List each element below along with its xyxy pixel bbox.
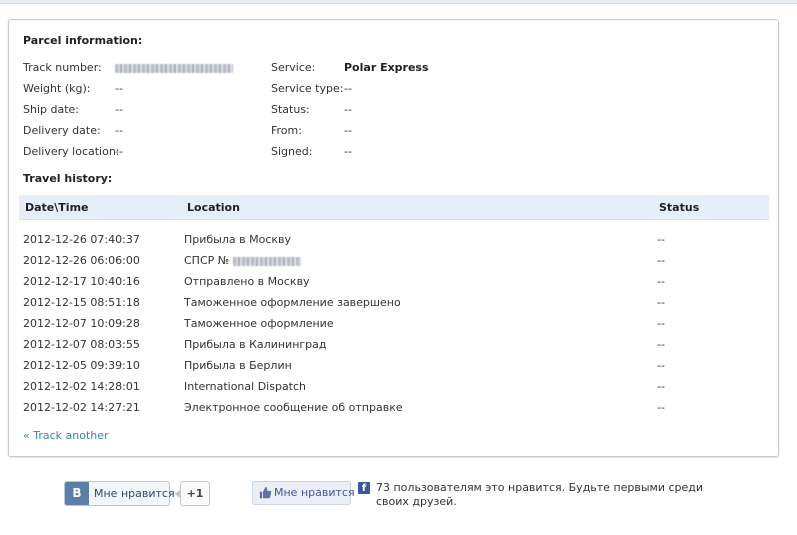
service-type-label: Service type:: [271, 82, 344, 95]
delivery-date-label: Delivery date:: [23, 124, 101, 137]
service-type-row: Service type: --: [271, 81, 511, 97]
from-row: From: --: [271, 123, 511, 139]
table-row: 2012-12-02 14:28:01 International Dispat…: [19, 376, 769, 397]
track-number-value: [115, 60, 233, 76]
row-status: --: [657, 338, 665, 351]
vk-icon: B: [65, 482, 89, 505]
row-datetime: 2012-12-07 10:09:28: [23, 317, 140, 330]
row-datetime: 2012-12-02 14:27:21: [23, 401, 140, 414]
facebook-like-count-text: 73 пользователям это нравится. Будьте пе…: [376, 481, 704, 508]
vk-like-label: Мне нравится: [94, 487, 175, 500]
row-datetime: 2012-12-26 06:06:00: [23, 254, 140, 267]
vk-like-button[interactable]: B Мне нравится: [64, 481, 175, 506]
row-location: СПСР №: [184, 250, 301, 271]
status-value: --: [344, 103, 352, 116]
facebook-icon: f: [358, 482, 370, 494]
track-another-link[interactable]: « Track another: [23, 429, 109, 442]
table-row: 2012-12-26 06:06:00 СПСР № --: [19, 250, 769, 271]
weight-label: Weight (kg):: [23, 82, 91, 95]
row-status: --: [657, 401, 665, 414]
row-location: Прибыла в Берлин: [184, 359, 292, 372]
delivery-date-value: --: [115, 124, 123, 137]
weight-row: Weight (kg): --: [23, 81, 263, 97]
table-row: 2012-12-07 08:03:55 Прибыла в Калинингра…: [19, 334, 769, 355]
track-number-row: Track number:: [23, 60, 263, 76]
delivery-location-row: Delivery location: --: [23, 144, 263, 160]
thumbs-up-icon: [259, 486, 273, 500]
signed-label: Signed:: [271, 145, 313, 158]
redacted-track-number: [115, 63, 233, 73]
table-row: 2012-12-15 08:51:18 Таможенное оформлени…: [19, 292, 769, 313]
status-label: Status:: [271, 103, 310, 116]
service-value: Polar Express: [344, 61, 429, 74]
service-row: Service: Polar Express: [271, 60, 511, 76]
track-number-label: Track number:: [23, 61, 102, 74]
weight-value: --: [115, 82, 123, 95]
row-status: --: [657, 380, 665, 393]
row-location: Прибыла в Калининград: [184, 338, 327, 351]
google-plus-one-button[interactable]: +1: [175, 481, 210, 506]
table-row: 2012-12-05 09:39:10 Прибыла в Берлин --: [19, 355, 769, 376]
row-location: Таможенное оформление завершено: [184, 296, 401, 309]
signed-value: --: [344, 145, 352, 158]
row-datetime: 2012-12-07 08:03:55: [23, 338, 140, 351]
row-status: --: [657, 275, 665, 288]
row-status: --: [657, 233, 665, 246]
row-status: --: [657, 359, 665, 372]
table-row: 2012-12-26 07:40:37 Прибыла в Москву --: [19, 229, 769, 250]
row-location: Прибыла в Москву: [184, 233, 292, 246]
column-location: Location: [187, 201, 240, 214]
row-datetime: 2012-12-26 07:40:37: [23, 233, 140, 246]
travel-history-title: Travel history:: [23, 172, 113, 185]
table-row: 2012-12-02 14:27:21 Электронное сообщени…: [19, 397, 769, 418]
column-datetime: Date\Time: [25, 201, 89, 214]
row-datetime: 2012-12-17 10:40:16: [23, 275, 140, 288]
from-label: From:: [271, 124, 302, 137]
row-datetime: 2012-12-15 08:51:18: [23, 296, 140, 309]
table-row: 2012-12-07 10:09:28 Таможенное оформлени…: [19, 313, 769, 334]
row-status: --: [657, 296, 665, 309]
facebook-like-button[interactable]: Мне нравится: [252, 481, 355, 505]
row-location: Таможенное оформление: [184, 317, 334, 330]
tracking-card: Parcel information: Track number: Weight…: [8, 19, 779, 457]
ship-date-value: --: [115, 103, 123, 116]
table-row: 2012-12-17 10:40:16 Отправлено в Москву …: [19, 271, 769, 292]
row-location: Электронное сообщение об отправке: [184, 401, 403, 414]
service-type-value: --: [344, 82, 352, 95]
column-status: Status: [659, 201, 700, 214]
ship-date-row: Ship date: --: [23, 102, 263, 118]
row-location-text: СПСР №: [184, 254, 230, 267]
signed-row: Signed: --: [271, 144, 511, 160]
ship-date-label: Ship date:: [23, 103, 79, 116]
service-label: Service:: [271, 61, 316, 74]
top-strip: [0, 0, 797, 4]
facebook-like-label: Мне нравится: [274, 486, 355, 499]
row-datetime: 2012-12-05 09:39:10: [23, 359, 140, 372]
redacted-office-number: [232, 256, 301, 266]
row-location: International Dispatch: [184, 380, 307, 393]
from-value: --: [344, 124, 352, 137]
row-status: --: [657, 317, 665, 330]
delivery-location-label: Delivery location:: [23, 145, 120, 158]
parcel-info-title: Parcel information:: [23, 34, 143, 47]
row-status: --: [657, 254, 665, 267]
delivery-date-row: Delivery date: --: [23, 123, 263, 139]
history-table-header: Date\Time Location Status: [19, 195, 769, 220]
row-location: Отправлено в Москву: [184, 275, 310, 288]
row-datetime: 2012-12-02 14:28:01: [23, 380, 140, 393]
status-row: Status: --: [271, 102, 511, 118]
delivery-location-value: --: [115, 145, 123, 158]
